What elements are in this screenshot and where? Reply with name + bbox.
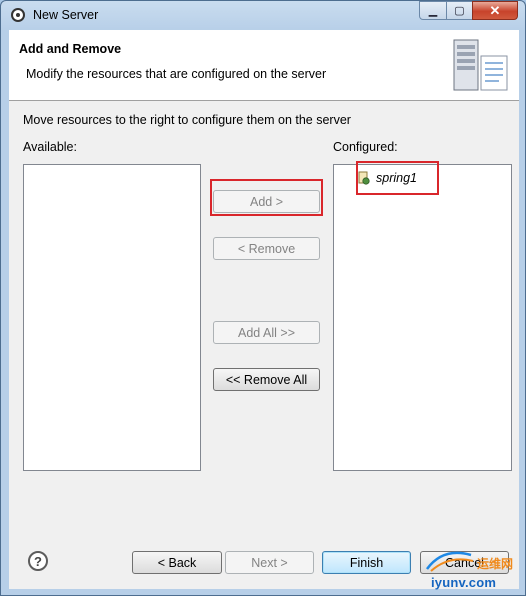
configured-label: Configured:	[333, 140, 398, 154]
next-button[interactable]: Next >	[225, 551, 314, 574]
page-description: Modify the resources that are configured…	[26, 67, 327, 81]
spring1-highlight	[356, 161, 439, 195]
watermark-swoosh-icon	[425, 551, 474, 572]
window-frame: New Server ▁ ▢ ✕ Add and Remove Modify t…	[0, 0, 526, 596]
close-button[interactable]: ✕	[472, 1, 518, 20]
instruction-text: Move resources to the right to configure…	[23, 113, 351, 127]
minimize-icon: ▁	[428, 5, 438, 17]
maximize-button[interactable]: ▢	[446, 1, 473, 20]
title-bar: New Server ▁ ▢ ✕	[1, 1, 525, 29]
eclipse-app-icon	[11, 8, 25, 22]
wizard-header: Add and Remove Modify the resources that…	[9, 30, 519, 101]
help-icon[interactable]: ?	[28, 551, 48, 571]
remove-button[interactable]: < Remove	[213, 237, 320, 260]
page-title: Add and Remove	[19, 42, 122, 56]
watermark-brand: 运维网	[477, 557, 514, 571]
watermark-logo: 运维网 iyunv.com	[425, 549, 521, 593]
add-all-button[interactable]: Add All >>	[213, 321, 320, 344]
maximize-icon: ▢	[454, 5, 465, 17]
back-button[interactable]: < Back	[132, 551, 222, 574]
configured-list[interactable]: spring1	[333, 164, 512, 471]
add-button-highlight	[210, 179, 323, 216]
server-banner-icon	[453, 39, 508, 91]
available-list[interactable]	[23, 164, 201, 471]
watermark-url: iyunv.com	[431, 575, 497, 590]
available-label: Available:	[23, 140, 77, 154]
dialog-body: Add and Remove Modify the resources that…	[9, 30, 519, 589]
minimize-button[interactable]: ▁	[419, 1, 447, 20]
close-icon: ✕	[489, 2, 501, 18]
remove-all-button[interactable]: << Remove All	[213, 368, 320, 391]
finish-button[interactable]: Finish	[322, 551, 411, 574]
window-title: New Server	[33, 8, 99, 22]
